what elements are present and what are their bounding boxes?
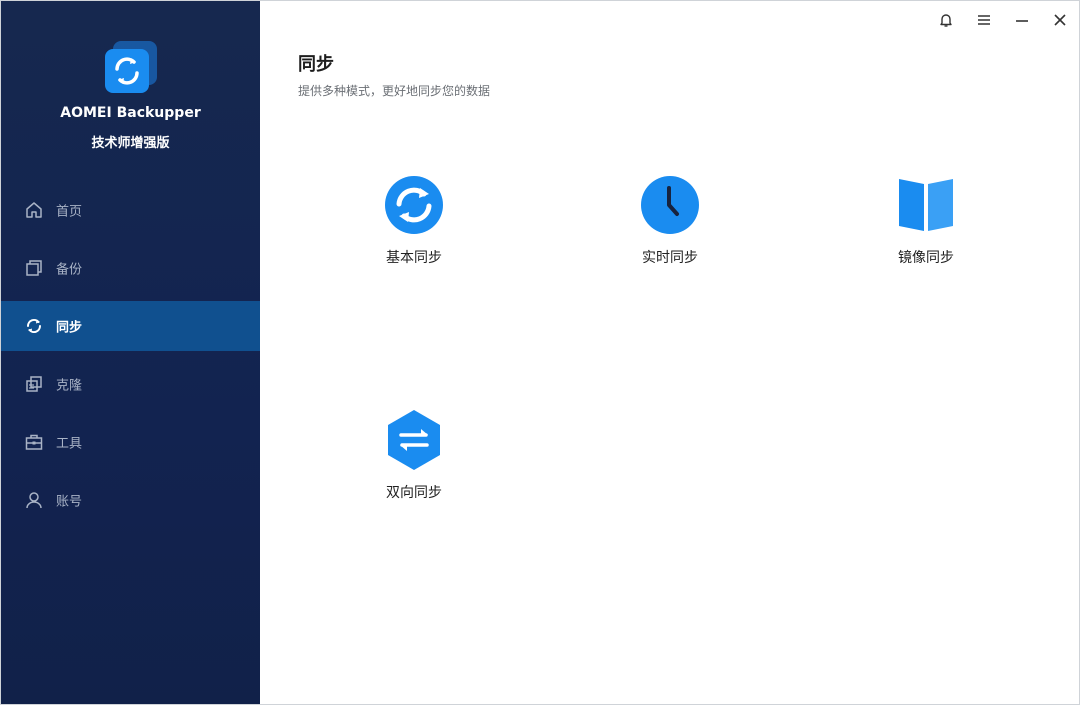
sidebar-item-label: 同步 bbox=[56, 320, 83, 336]
page-subtitle: 提供多种模式，更好地同步您的数据 bbox=[298, 84, 491, 98]
home-icon bbox=[26, 202, 42, 218]
sidebar-item-account[interactable]: 账号 bbox=[1, 475, 260, 525]
window-controls bbox=[927, 1, 1079, 39]
realtime-sync-icon bbox=[641, 176, 699, 234]
close-button[interactable] bbox=[1041, 1, 1079, 39]
sidebar: AOMEI Backupper 技术师增强版 首页 备份 同步 克隆 工具 账号 bbox=[1, 1, 260, 704]
toolbox-icon bbox=[25, 434, 43, 450]
sync-icon bbox=[26, 318, 42, 334]
user-icon bbox=[26, 492, 42, 509]
bell-icon bbox=[940, 14, 952, 27]
sidebar-item-home[interactable]: 首页 bbox=[1, 185, 260, 235]
sidebar-item-clone[interactable]: 克隆 bbox=[1, 359, 260, 409]
page-title: 同步 bbox=[298, 54, 334, 75]
realtime-sync-option[interactable]: 实时同步 bbox=[590, 174, 750, 267]
two-way-sync-option[interactable]: 双向同步 bbox=[334, 409, 494, 502]
app-logo-icon bbox=[105, 41, 157, 93]
sidebar-nav: 首页 备份 同步 克隆 工具 账号 bbox=[1, 185, 260, 533]
app-edition: 技术师增强版 bbox=[91, 136, 170, 151]
sidebar-item-label: 首页 bbox=[56, 204, 83, 220]
sidebar-item-sync[interactable]: 同步 bbox=[1, 301, 260, 351]
menu-icon bbox=[978, 15, 990, 25]
mirror-sync-icon bbox=[899, 179, 953, 231]
menu-button[interactable] bbox=[965, 1, 1003, 39]
basic-sync-icon bbox=[385, 176, 443, 234]
mirror-sync-option[interactable]: 镜像同步 bbox=[846, 174, 1006, 267]
app-name: AOMEI Backupper bbox=[60, 105, 201, 121]
sidebar-item-label: 账号 bbox=[56, 494, 83, 510]
app-window: AOMEI Backupper 技术师增强版 首页 备份 同步 克隆 工具 账号… bbox=[0, 0, 1080, 705]
backup-icon bbox=[26, 260, 42, 276]
option-label: 镜像同步 bbox=[898, 250, 954, 266]
sidebar-item-label: 工具 bbox=[56, 436, 83, 452]
basic-sync-option[interactable]: 基本同步 bbox=[334, 174, 494, 267]
two-way-sync-icon bbox=[388, 410, 440, 470]
sidebar-item-backup[interactable]: 备份 bbox=[1, 243, 260, 293]
minimize-icon bbox=[1016, 20, 1028, 22]
minimize-button[interactable] bbox=[1003, 1, 1041, 39]
sidebar-item-label: 备份 bbox=[56, 262, 83, 278]
notifications-button[interactable] bbox=[927, 1, 965, 39]
option-label: 基本同步 bbox=[386, 250, 442, 266]
clone-icon bbox=[26, 376, 42, 392]
sidebar-item-label: 克隆 bbox=[56, 378, 83, 394]
option-label: 实时同步 bbox=[642, 250, 698, 266]
sidebar-item-tools[interactable]: 工具 bbox=[1, 417, 260, 467]
option-label: 双向同步 bbox=[386, 485, 442, 501]
close-icon bbox=[1054, 14, 1066, 26]
